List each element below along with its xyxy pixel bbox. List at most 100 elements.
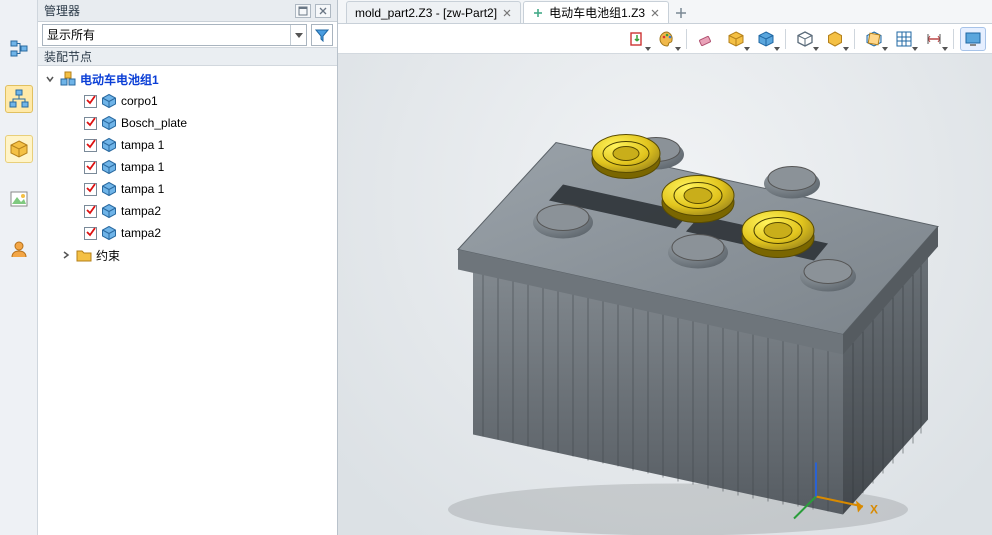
tree-item[interactable]: corpo1 (38, 90, 337, 112)
toolbar-separator (686, 29, 687, 49)
tree-root-label: 电动车电池组1 (80, 71, 159, 88)
filter-input[interactable] (43, 28, 290, 42)
tree-root[interactable]: 电动车电池组1 (38, 68, 337, 90)
tab-close-button[interactable] (502, 8, 512, 18)
tree-subheader: 装配节点 (38, 48, 337, 66)
tree-item[interactable]: Bosch_plate (38, 112, 337, 134)
tree-item-label: tampa 1 (121, 138, 164, 152)
tree-item-label: tampa 1 (121, 182, 164, 196)
filter-dropdown-button[interactable] (290, 25, 306, 45)
part-icon (101, 137, 117, 153)
tree-folder-label: 约束 (96, 247, 120, 264)
tb-palette[interactable] (654, 27, 680, 51)
image-icon (9, 189, 29, 209)
tb-grid[interactable] (891, 27, 917, 51)
tree-item[interactable]: tampa2 (38, 222, 337, 244)
tree-item[interactable]: tampa 1 (38, 178, 337, 200)
tree-item-checkbox[interactable] (84, 183, 97, 196)
assembly-tree[interactable]: 电动车电池组1 corpo1 Bosch_plate tampa 1 tampa… (38, 66, 337, 535)
chevron-down-icon (45, 74, 55, 84)
toolbar-separator (854, 29, 855, 49)
tab-label: mold_part2.Z3 - [zw-Part2] (355, 6, 497, 20)
tree-folder[interactable]: 约束 (38, 244, 337, 266)
cube-wire-icon (796, 30, 814, 48)
panel-title-text: 管理器 (44, 2, 80, 19)
document-tab[interactable]: mold_part2.Z3 - [zw-Part2] (346, 1, 521, 23)
filter-row (38, 22, 337, 48)
vstrip-user-button[interactable] (5, 235, 33, 263)
vstrip-hierarchy-button[interactable] (5, 85, 33, 113)
tree-item-checkbox[interactable] (84, 227, 97, 240)
plus-icon (532, 7, 544, 19)
panel-minimize-button[interactable] (295, 4, 311, 18)
tb-hex-color[interactable] (822, 27, 848, 51)
part-box-icon (9, 139, 29, 159)
tree-item-label: Bosch_plate (121, 116, 187, 130)
toolbar-separator (953, 29, 954, 49)
palette-icon (658, 30, 676, 48)
tree-item[interactable]: tampa 1 (38, 156, 337, 178)
filter-funnel-button[interactable] (311, 24, 333, 46)
document-tab[interactable]: 电动车电池组1.Z3 (523, 1, 669, 23)
hierarchy-icon (9, 89, 29, 109)
tree-toggle[interactable] (60, 249, 72, 261)
tb-screen[interactable] (960, 27, 986, 51)
tree-item-checkbox[interactable] (84, 205, 97, 218)
vstrip-tree-button[interactable] (5, 35, 33, 63)
tree-item-label: tampa 1 (121, 160, 164, 174)
tb-dimension[interactable] (921, 27, 947, 51)
dimension-icon (925, 30, 943, 48)
eraser-icon (697, 30, 715, 48)
part-icon (101, 225, 117, 241)
viewport-3d[interactable]: X (338, 54, 992, 535)
import-icon (628, 30, 646, 48)
screen-icon (964, 30, 982, 48)
tree-toggle[interactable] (44, 73, 56, 85)
model-render: X (338, 54, 992, 535)
close-icon (318, 6, 328, 16)
chevron-right-icon (61, 250, 71, 260)
panel-close-button[interactable] (315, 4, 331, 18)
tab-prefix-icon (532, 7, 544, 19)
part-icon (101, 159, 117, 175)
hex-color-icon (826, 30, 844, 48)
axis-x-label: X (870, 503, 878, 517)
tb-import[interactable] (624, 27, 650, 51)
left-vertical-toolbar (0, 0, 38, 535)
grid-icon (895, 30, 913, 48)
tb-box-shade[interactable] (753, 27, 779, 51)
folder-icon (76, 247, 92, 263)
chevron-down-icon (295, 31, 303, 39)
tree-item-checkbox[interactable] (84, 117, 97, 130)
vstrip-part-button[interactable] (5, 135, 33, 163)
toolbar-separator (785, 29, 786, 49)
tb-eraser[interactable] (693, 27, 719, 51)
plus-icon (675, 7, 687, 19)
tab-close-button[interactable] (650, 8, 660, 18)
box-shade-icon (757, 30, 775, 48)
tree-item[interactable]: tampa 1 (38, 134, 337, 156)
tree-icon (9, 39, 29, 59)
tree-item-checkbox[interactable] (84, 139, 97, 152)
panel-titlebar: 管理器 (38, 0, 337, 22)
funnel-icon (315, 28, 329, 42)
tree-item-checkbox[interactable] (84, 161, 97, 174)
section-icon (865, 30, 883, 48)
tree-item[interactable]: tampa2 (38, 200, 337, 222)
part-icon (101, 115, 117, 131)
user-icon (9, 239, 29, 259)
part-icon (101, 181, 117, 197)
tb-cube-wire[interactable] (792, 27, 818, 51)
tree-item-label: corpo1 (121, 94, 158, 108)
vstrip-image-button[interactable] (5, 185, 33, 213)
tab-label: 电动车电池组1.Z3 (549, 4, 645, 21)
assembly-icon (60, 71, 76, 87)
close-icon (651, 9, 659, 17)
subheader-text: 装配节点 (44, 48, 92, 65)
filter-combo[interactable] (42, 24, 307, 46)
add-tab-button[interactable] (671, 3, 691, 23)
tb-section[interactable] (861, 27, 887, 51)
tb-box-color[interactable] (723, 27, 749, 51)
close-icon (503, 9, 511, 17)
tree-item-checkbox[interactable] (84, 95, 97, 108)
